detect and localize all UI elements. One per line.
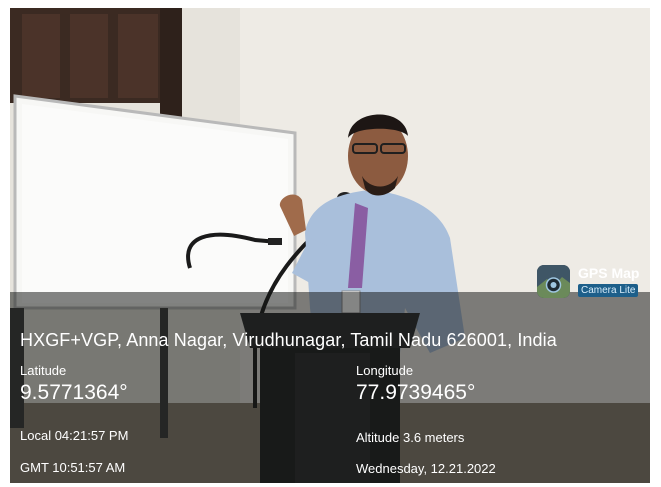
date: Wednesday, 12.21.2022: [356, 461, 496, 476]
location-address: HXGF+VGP, Anna Nagar, Virudhunagar, Tami…: [20, 330, 557, 350]
badge-title: GPS Map: [578, 265, 640, 281]
gps-map-camera-badge: GPS Map Camera Lite: [537, 262, 650, 306]
photo-frame: GPS Map Camera Lite HXGF+VGP, Anna Nagar…: [0, 0, 661, 487]
gps-map-camera-app-icon: [537, 265, 570, 298]
longitude-label: Longitude: [356, 363, 414, 378]
badge-subtitle: Camera Lite: [578, 284, 639, 297]
local-time: Local 04:21:57 PM: [20, 428, 129, 443]
altitude: Altitude 3.6 meters: [356, 430, 465, 445]
longitude-value: 77.9739465°: [356, 381, 476, 404]
gmt-time: GMT 10:51:57 AM: [20, 460, 126, 475]
latitude-label: Latitude: [20, 363, 67, 378]
latitude-value: 9.5771364°: [20, 381, 128, 404]
